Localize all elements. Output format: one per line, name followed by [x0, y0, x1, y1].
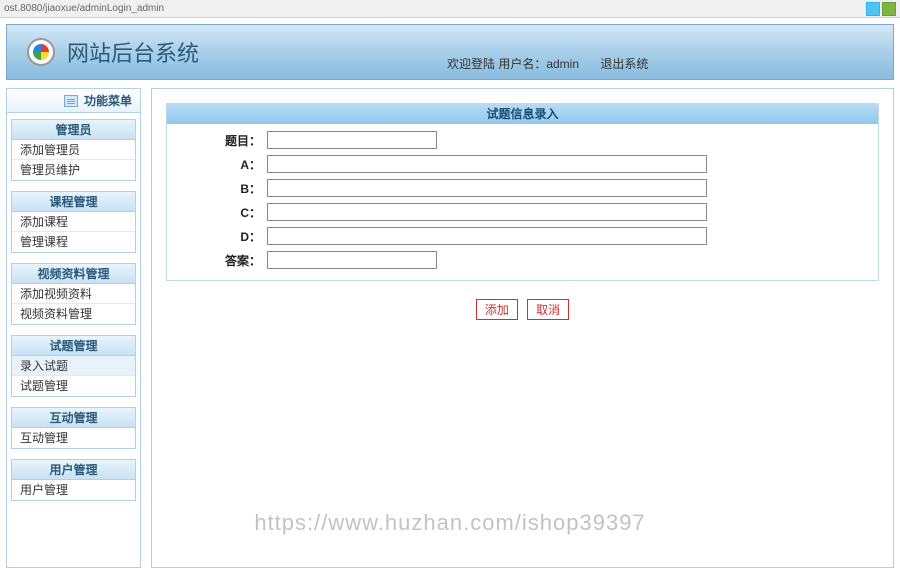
site-title: 网站后台系统	[67, 36, 199, 68]
menu-group: 视频资料管理添加视频资料视频资料管理	[11, 263, 136, 325]
input-d[interactable]	[267, 227, 707, 245]
menu-group: 课程管理添加课程管理课程	[11, 191, 136, 253]
menu-group: 用户管理用户管理	[11, 459, 136, 501]
browser-controls	[866, 2, 896, 16]
menu-group-title: 视频资料管理	[12, 264, 135, 284]
label-a: A：	[177, 156, 267, 173]
menu-item[interactable]: 管理课程	[12, 232, 135, 252]
menu-header: 功能菜单	[7, 89, 140, 113]
add-button[interactable]: 添加	[476, 299, 518, 320]
main-panel: 试题信息录入 题目： A： B： C：	[151, 88, 894, 568]
refresh-icon[interactable]	[866, 2, 880, 16]
button-row: 添加 取消	[166, 299, 879, 320]
label-answer: 答案：	[177, 252, 267, 269]
input-b[interactable]	[267, 179, 707, 197]
label-c: C：	[177, 204, 267, 221]
menu-header-label: 功能菜单	[84, 92, 132, 109]
cancel-button[interactable]: 取消	[527, 299, 569, 320]
menu-group-title: 用户管理	[12, 460, 135, 480]
header-user-area: 欢迎登陆 用户名：admin 退出系统	[447, 55, 666, 72]
menu-icon	[64, 95, 78, 107]
menu-group: 管理员添加管理员管理员维护	[11, 119, 136, 181]
input-c[interactable]	[267, 203, 707, 221]
menu-item[interactable]: 试题管理	[12, 376, 135, 396]
menu-group: 互动管理互动管理	[11, 407, 136, 449]
sidebar: 功能菜单 管理员添加管理员管理员维护课程管理添加课程管理课程视频资料管理添加视频…	[6, 88, 141, 568]
menu-item[interactable]: 添加课程	[12, 212, 135, 232]
input-answer[interactable]	[267, 251, 437, 269]
input-question[interactable]	[267, 131, 437, 149]
welcome-text: 欢迎登陆 用户名：admin	[447, 57, 579, 71]
menu-group-title: 互动管理	[12, 408, 135, 428]
menu-item[interactable]: 添加管理员	[12, 140, 135, 160]
menu-group-title: 试题管理	[12, 336, 135, 356]
form-title: 试题信息录入	[167, 104, 878, 124]
logout-link[interactable]: 退出系统	[600, 57, 648, 71]
menu-item[interactable]: 管理员维护	[12, 160, 135, 180]
menu-group-title: 课程管理	[12, 192, 135, 212]
input-a[interactable]	[267, 155, 707, 173]
label-d: D：	[177, 228, 267, 245]
menu-item[interactable]: 视频资料管理	[12, 304, 135, 324]
logo-icon	[27, 38, 55, 66]
menu-item[interactable]: 互动管理	[12, 428, 135, 448]
go-icon[interactable]	[882, 2, 896, 16]
address-text: ost.8080/jiaoxue/adminLogin_admin	[4, 3, 164, 14]
menu-item[interactable]: 用户管理	[12, 480, 135, 500]
menu-item[interactable]: 录入试题	[12, 356, 135, 376]
site-header: 网站后台系统 欢迎登陆 用户名：admin 退出系统	[6, 24, 894, 80]
menu-item[interactable]: 添加视频资料	[12, 284, 135, 304]
menu-group: 试题管理录入试题试题管理	[11, 335, 136, 397]
label-question: 题目：	[177, 132, 267, 149]
browser-address-bar: ost.8080/jiaoxue/adminLogin_admin	[0, 0, 900, 18]
label-b: B：	[177, 180, 267, 197]
menu-group-title: 管理员	[12, 120, 135, 140]
form-container: 试题信息录入 题目： A： B： C：	[166, 103, 879, 281]
